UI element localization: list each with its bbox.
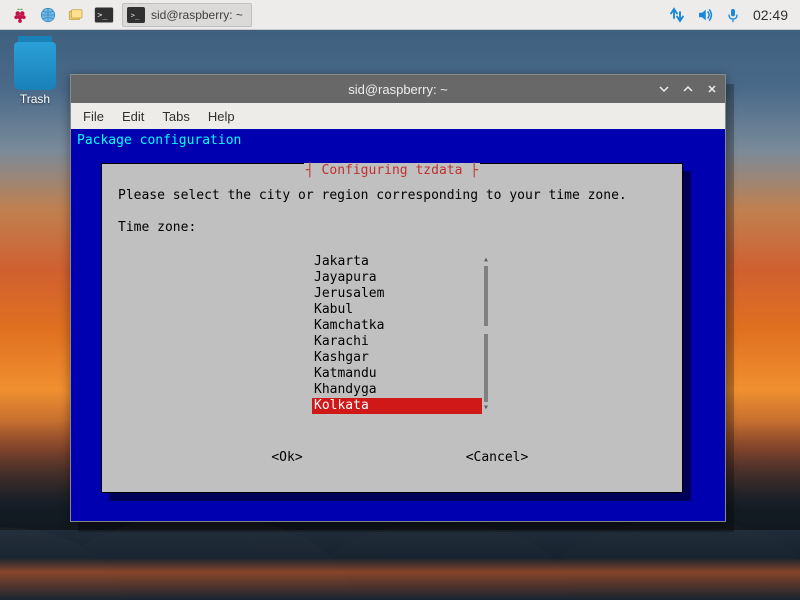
list-scrollbar[interactable]: ▴ ▾: [482, 254, 490, 414]
menu-edit[interactable]: Edit: [122, 109, 144, 124]
list-item[interactable]: Khandyga: [312, 382, 482, 398]
terminal-menubar: File Edit Tabs Help: [71, 103, 725, 129]
scroll-up-arrow[interactable]: ▴: [482, 254, 490, 266]
taskbar: >_ >_ sid@raspberry: ~ 02:49: [0, 0, 800, 30]
scroll-down-arrow[interactable]: ▾: [482, 402, 490, 414]
trash-label: Trash: [14, 92, 56, 106]
trash-desktop-icon[interactable]: Trash: [14, 42, 56, 106]
trash-icon: [14, 42, 56, 90]
wallpaper-water: [0, 530, 800, 600]
network-icon[interactable]: [665, 3, 689, 27]
menu-file[interactable]: File: [83, 109, 104, 124]
window-menu-icon[interactable]: [657, 82, 671, 96]
list-item[interactable]: Jerusalem: [312, 286, 482, 302]
list-item[interactable]: Kabul: [312, 302, 482, 318]
clock[interactable]: 02:49: [747, 7, 794, 23]
menu-help[interactable]: Help: [208, 109, 235, 124]
timezone-list[interactable]: Jakarta Jayapura Jerusalem Kabul Kamchat…: [312, 254, 482, 414]
cancel-button[interactable]: <Cancel>: [452, 450, 542, 466]
close-icon[interactable]: [705, 82, 719, 96]
terminal-title: sid@raspberry: ~: [348, 82, 448, 97]
taskbar-task-label: sid@raspberry: ~: [151, 8, 243, 22]
terminal-launcher-icon[interactable]: >_: [91, 3, 117, 27]
list-item[interactable]: Katmandu: [312, 366, 482, 382]
menu-tabs[interactable]: Tabs: [162, 109, 189, 124]
package-config-header: Package configuration: [77, 133, 719, 149]
terminal-titlebar[interactable]: sid@raspberry: ~: [71, 75, 725, 103]
file-manager-icon[interactable]: [63, 3, 89, 27]
list-item[interactable]: Kashgar: [312, 350, 482, 366]
list-item-selected[interactable]: Kolkata: [312, 398, 482, 414]
terminal-body[interactable]: Package configuration ┤ Configuring tzda…: [71, 129, 725, 521]
scroll-track[interactable]: [484, 266, 488, 402]
microphone-icon[interactable]: [721, 3, 745, 27]
minimize-icon[interactable]: [681, 82, 695, 96]
list-item[interactable]: Jayapura: [312, 270, 482, 286]
volume-icon[interactable]: [693, 3, 717, 27]
list-item[interactable]: Jakarta: [312, 254, 482, 270]
list-item[interactable]: Kamchatka: [312, 318, 482, 334]
dialog-field-label: Time zone:: [118, 220, 196, 236]
scroll-thumb[interactable]: [484, 326, 488, 334]
ok-button[interactable]: <Ok>: [242, 450, 332, 466]
taskbar-task-terminal[interactable]: >_ sid@raspberry: ~: [122, 3, 252, 27]
menu-raspberry-icon[interactable]: [7, 3, 33, 27]
terminal-window: sid@raspberry: ~ File Edit Tabs Help Pac…: [70, 74, 726, 522]
dialog-prompt: Please select the city or region corresp…: [118, 188, 627, 204]
svg-text:>_: >_: [97, 9, 108, 19]
web-browser-icon[interactable]: [35, 3, 61, 27]
terminal-mini-icon: >_: [127, 7, 145, 23]
tzdata-dialog: ┤ Configuring tzdata ├ Please select the…: [101, 163, 683, 493]
svg-text:>_: >_: [131, 11, 140, 19]
list-item[interactable]: Karachi: [312, 334, 482, 350]
